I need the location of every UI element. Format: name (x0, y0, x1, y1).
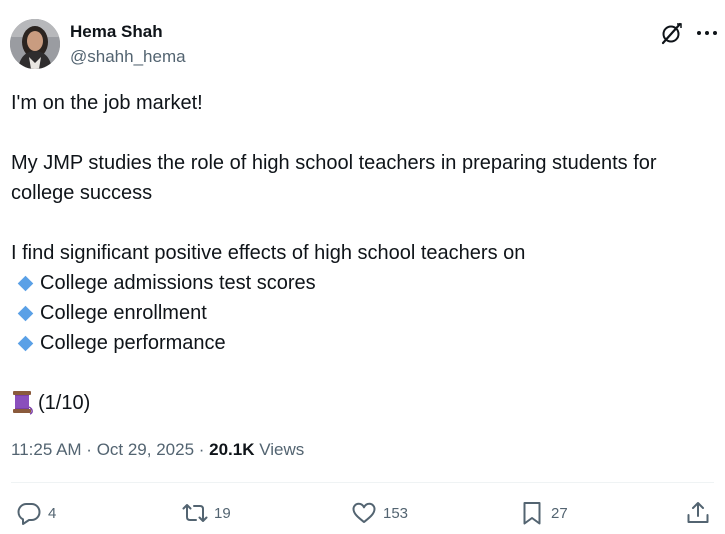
share-icon (687, 502, 709, 523)
meta-separator: · (194, 440, 210, 459)
more-icon[interactable] (694, 20, 720, 46)
diamond-bullet-icon (17, 275, 34, 291)
thread-marker-line: (1/10) (11, 388, 711, 418)
avatar[interactable] (10, 19, 60, 69)
bullet-text: College performance (40, 332, 226, 354)
diamond-bullet-icon (17, 335, 34, 351)
author-handle[interactable]: @shahh_hema (70, 47, 186, 67)
bullet-text: College enrollment (40, 302, 207, 324)
bookmark-icon (523, 502, 541, 525)
reply-icon (17, 503, 41, 525)
views-label: Views (254, 440, 305, 459)
bullet-item: College admissions test scores (11, 268, 711, 298)
views-count[interactable]: 20.1K (209, 440, 254, 459)
reply-count: 4 (48, 504, 57, 522)
divider (11, 482, 714, 483)
post-line: I find significant positive effects of h… (11, 242, 526, 264)
repost-button[interactable]: 19 (182, 497, 231, 529)
action-bar: 4 19 153 27 (0, 497, 725, 529)
post-body: I'm on the job market! My JMP studies th… (11, 88, 711, 418)
post-time[interactable]: 11:25 AM (11, 440, 82, 459)
share-button[interactable] (685, 497, 711, 529)
spool-of-thread-icon (11, 389, 35, 415)
reply-button[interactable]: 4 (16, 497, 56, 529)
grok-icon[interactable] (659, 20, 685, 46)
post-date[interactable]: Oct 29, 2025 (97, 440, 194, 459)
post-meta: 11:25 AM · Oct 29, 2025 · 20.1K Views (11, 440, 304, 460)
post-line: college success (11, 182, 153, 204)
repost-count: 19 (214, 504, 231, 522)
like-count: 153 (383, 504, 409, 522)
bullet-text: College admissions test scores (40, 272, 316, 294)
post-header: Hema Shah @shahh_hema (0, 0, 725, 90)
bookmark-count: 27 (551, 504, 568, 522)
diamond-bullet-icon (17, 305, 34, 321)
meta-separator: · (81, 440, 97, 459)
like-button[interactable]: 153 (351, 497, 408, 529)
thread-marker: (1/10) (38, 392, 91, 414)
bullet-item: College performance (11, 328, 711, 358)
repost-icon (182, 504, 208, 522)
bullet-item: College enrollment (11, 298, 711, 328)
author-name[interactable]: Hema Shah (70, 22, 163, 42)
post-line: My JMP studies the role of high school t… (11, 152, 657, 174)
post-line: I'm on the job market! (11, 92, 203, 114)
heart-icon (352, 502, 376, 523)
bookmark-button[interactable]: 27 (519, 497, 568, 529)
